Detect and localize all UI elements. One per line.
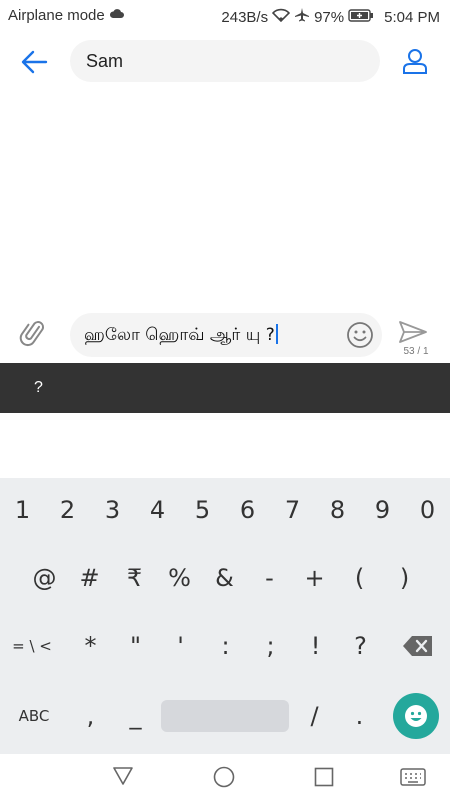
suggestion-bar: ? (0, 363, 450, 413)
wifi-icon (271, 8, 291, 26)
backspace-icon[interactable] (392, 624, 444, 668)
back-triangle-icon[interactable] (112, 766, 138, 790)
key-underscore[interactable]: _ (113, 694, 158, 738)
key-asterisk[interactable]: * (68, 624, 113, 668)
key-9[interactable]: 9 (360, 488, 405, 532)
key-4[interactable]: 4 (135, 488, 180, 532)
status-bar: Airplane mode 243B/s 97% 5:04 PM (0, 0, 450, 32)
keyboard-switch-icon[interactable] (400, 768, 426, 788)
key-slash[interactable]: / (292, 694, 337, 738)
key-colon[interactable]: : (203, 624, 248, 668)
key-8[interactable]: 8 (315, 488, 360, 532)
key-abc[interactable]: ABC (0, 694, 68, 738)
airplane-mode-label: Airplane mode (8, 7, 105, 24)
key-7[interactable]: 7 (270, 488, 315, 532)
key-period[interactable]: . (337, 694, 382, 738)
message-input[interactable]: ஹலோ ஹொவ் ஆர் யு ? (70, 313, 382, 357)
home-circle-icon[interactable] (213, 766, 237, 790)
emoji-icon[interactable] (346, 321, 374, 349)
key-0[interactable]: 0 (405, 488, 450, 532)
key-at[interactable]: @ (22, 556, 67, 600)
key-3[interactable]: 3 (90, 488, 135, 532)
text-caret (275, 324, 278, 344)
cloud-icon (109, 7, 125, 24)
recipient-field[interactable]: Sam (70, 40, 380, 82)
space-bar[interactable] (161, 700, 289, 732)
emoji-face-icon[interactable] (393, 693, 439, 739)
key-rupee[interactable]: ₹ (112, 556, 157, 600)
key-minus[interactable]: - (247, 556, 292, 600)
network-speed: 243B/s (221, 8, 269, 26)
recipient-name: Sam (86, 51, 124, 71)
back-arrow-icon[interactable] (14, 44, 54, 80)
message-text: ஹலோ ஹொவ் ஆர் யு ? (84, 324, 278, 347)
key-plus[interactable]: + (292, 556, 337, 600)
key-1[interactable]: 1 (0, 488, 45, 532)
navigation-bar (0, 754, 450, 800)
keyboard: 1 2 3 4 5 6 7 8 9 0 @ # ₹ % & - + ( ) = … (0, 478, 450, 754)
battery-percent: 97% (314, 8, 345, 26)
status-left: Airplane mode (8, 7, 125, 24)
key-close-paren[interactable]: ) (382, 556, 427, 600)
status-right: 243B/s 97% 5:04 PM (221, 7, 440, 27)
key-2[interactable]: 2 (45, 488, 90, 532)
attach-icon[interactable] (18, 318, 52, 352)
recents-square-icon[interactable] (314, 767, 336, 789)
key-double-quote[interactable]: " (113, 624, 158, 668)
key-hash[interactable]: # (67, 556, 112, 600)
clock: 5:04 PM (384, 8, 440, 26)
key-single-quote[interactable]: ' (158, 624, 203, 668)
key-5[interactable]: 5 (180, 488, 225, 532)
suggestion-item[interactable]: ? (34, 379, 43, 397)
conversation-header: Sam (0, 32, 450, 92)
key-comma[interactable]: , (68, 694, 113, 738)
battery-icon (348, 8, 374, 26)
char-counter: 53 / 1 (403, 346, 429, 357)
key-question[interactable]: ? (338, 624, 383, 668)
key-semicolon[interactable]: ; (248, 624, 293, 668)
airplane-icon (294, 7, 310, 27)
contact-icon[interactable] (396, 42, 434, 80)
key-open-paren[interactable]: ( (337, 556, 382, 600)
key-more-symbols[interactable]: = \ < (0, 624, 64, 668)
key-6[interactable]: 6 (225, 488, 270, 532)
key-exclamation[interactable]: ! (293, 624, 338, 668)
key-percent[interactable]: % (157, 556, 202, 600)
key-ampersand[interactable]: & (202, 556, 247, 600)
compose-bar: ஹலோ ஹொவ் ஆர் யு ? 53 / 1 (0, 308, 450, 362)
